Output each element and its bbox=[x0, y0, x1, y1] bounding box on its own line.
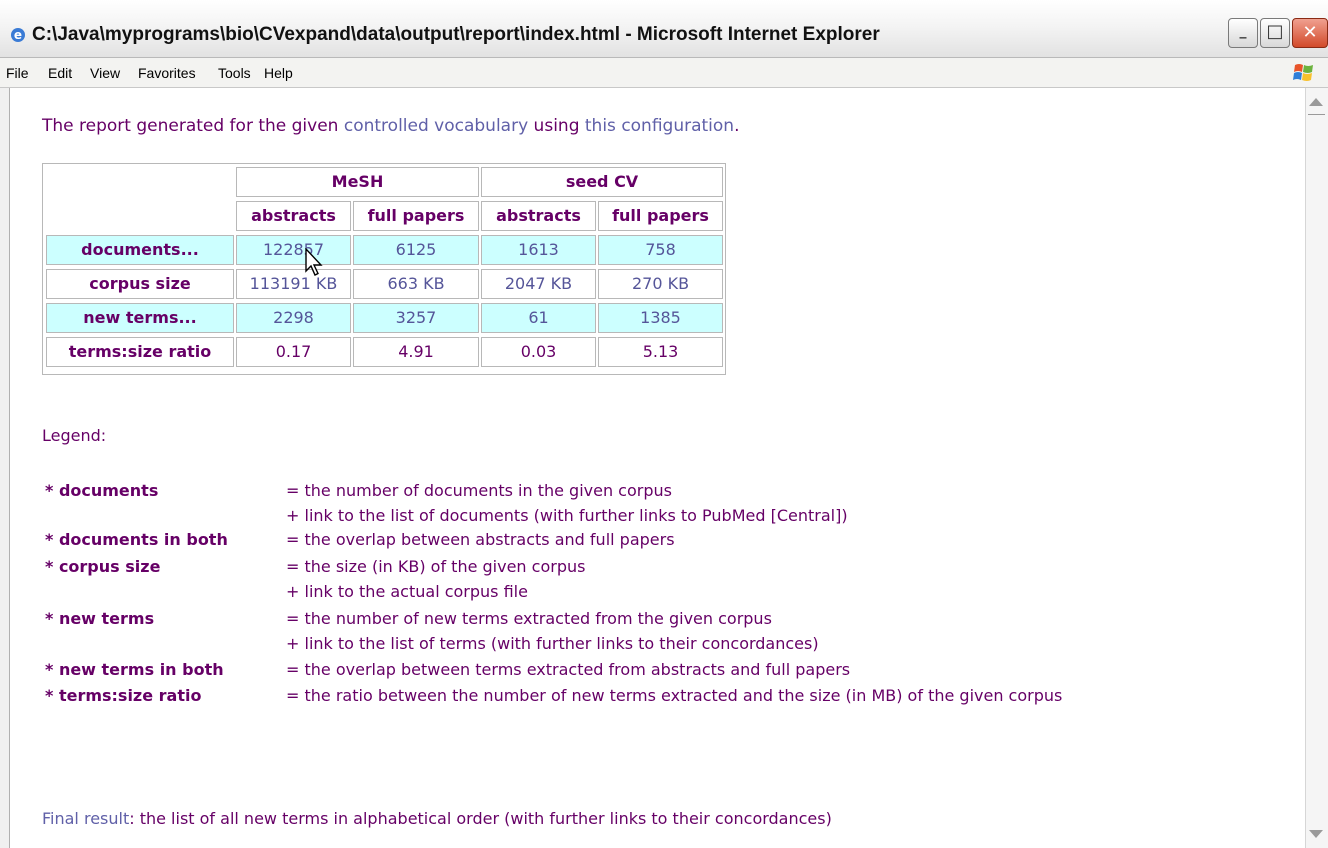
subheader-mesh-full-papers: full papers bbox=[353, 201, 479, 231]
scroll-up-icon[interactable] bbox=[1309, 98, 1323, 106]
row-header-corpus-size: corpus size bbox=[46, 269, 234, 299]
menu-tools[interactable]: Tools bbox=[218, 65, 251, 81]
windows-logo-icon bbox=[1293, 64, 1313, 81]
cell-documents-mesh-abstracts[interactable]: 122857 bbox=[236, 235, 351, 265]
controlled-vocabulary-link[interactable]: controlled vocabulary bbox=[344, 116, 528, 136]
cell-ratio-mesh-full: 4.91 bbox=[353, 337, 479, 367]
menu-favorites[interactable]: Favorites bbox=[138, 65, 196, 81]
cell-terms-mesh-abstracts[interactable]: 2298 bbox=[236, 303, 351, 333]
internet-explorer-icon: e bbox=[11, 28, 25, 42]
final-result: Final result: the list of all new terms … bbox=[42, 809, 832, 828]
subheader-mesh-abstracts: abstracts bbox=[236, 201, 351, 231]
cell-ratio-mesh-abstracts: 0.17 bbox=[236, 337, 351, 367]
page-content: The report generated for the given contr… bbox=[42, 88, 1300, 848]
legend-def: = the ratio between the number of new te… bbox=[286, 686, 1063, 705]
final-result-link[interactable]: Final result bbox=[42, 809, 129, 828]
scroll-track-line bbox=[1308, 114, 1325, 115]
cell-corpus-seed-abstracts[interactable]: 2047 KB bbox=[481, 269, 596, 299]
legend-term: * terms:size ratio bbox=[45, 686, 202, 705]
menu-file[interactable]: File bbox=[6, 65, 29, 81]
subheader-seed-abstracts: abstracts bbox=[481, 201, 596, 231]
legend-term: * new terms bbox=[45, 609, 155, 628]
close-icon: ✕ bbox=[1302, 22, 1318, 43]
svg-text:e: e bbox=[14, 28, 22, 42]
menu-edit[interactable]: Edit bbox=[48, 65, 72, 81]
scroll-down-icon[interactable] bbox=[1309, 830, 1323, 838]
maximize-button[interactable]: □ bbox=[1260, 18, 1290, 48]
cell-corpus-seed-full[interactable]: 270 KB bbox=[598, 269, 723, 299]
legend-title: Legend: bbox=[42, 426, 107, 445]
legend-def: = the overlap between terms extracted fr… bbox=[286, 660, 851, 679]
intro-suffix: . bbox=[734, 116, 740, 136]
cell-documents-mesh-full[interactable]: 6125 bbox=[353, 235, 479, 265]
row-header-new-terms[interactable]: new terms... bbox=[46, 303, 234, 333]
legend-term: * documents in both bbox=[45, 530, 228, 549]
minimize-button[interactable]: _ bbox=[1228, 18, 1258, 48]
maximize-icon: □ bbox=[1266, 21, 1284, 42]
legend-term: * corpus size bbox=[45, 557, 161, 576]
legend-term: * documents bbox=[45, 481, 159, 500]
window-title: C:\Java\myprograms\bio\CVexpand\data\out… bbox=[32, 24, 880, 45]
cell-corpus-mesh-full[interactable]: 663 KB bbox=[353, 269, 479, 299]
close-button[interactable]: ✕ bbox=[1292, 18, 1328, 48]
legend-def: + link to the list of documents (with fu… bbox=[286, 506, 848, 525]
cell-documents-seed-full[interactable]: 758 bbox=[598, 235, 723, 265]
cell-documents-seed-abstracts[interactable]: 1613 bbox=[481, 235, 596, 265]
cell-terms-seed-abstracts[interactable]: 61 bbox=[481, 303, 596, 333]
legend-def: = the number of new terms extracted from… bbox=[286, 609, 772, 628]
window-left-border bbox=[0, 88, 10, 848]
mouse-cursor-icon bbox=[305, 248, 323, 276]
cell-ratio-seed-abstracts: 0.03 bbox=[481, 337, 596, 367]
legend-term: * new terms in both bbox=[45, 660, 224, 679]
vertical-scrollbar[interactable] bbox=[1305, 88, 1328, 848]
menu-help[interactable]: Help bbox=[264, 65, 293, 81]
legend-def: = the size (in KB) of the given corpus bbox=[286, 557, 586, 576]
intro-text: The report generated for the given contr… bbox=[42, 116, 740, 136]
legend-def: = the overlap between abstracts and full… bbox=[286, 530, 675, 549]
final-result-text: : the list of all new terms in alphabeti… bbox=[129, 809, 832, 828]
cell-terms-seed-full[interactable]: 1385 bbox=[598, 303, 723, 333]
minimize-icon: _ bbox=[1239, 23, 1247, 39]
cell-ratio-seed-full: 5.13 bbox=[598, 337, 723, 367]
legend-def: + link to the list of terms (with furthe… bbox=[286, 634, 819, 653]
legend-def: + link to the actual corpus file bbox=[286, 582, 528, 601]
menu-bar: File Edit View Favorites Tools Help bbox=[0, 58, 1328, 88]
intro-prefix: The report generated for the given bbox=[42, 116, 344, 136]
group-header-seed-cv: seed CV bbox=[481, 167, 723, 197]
menu-view[interactable]: View bbox=[90, 65, 120, 81]
legend-def: = the number of documents in the given c… bbox=[286, 481, 672, 500]
intro-middle: using bbox=[528, 116, 585, 136]
row-header-documents[interactable]: documents... bbox=[46, 235, 234, 265]
subheader-seed-full-papers: full papers bbox=[598, 201, 723, 231]
configuration-link[interactable]: this configuration bbox=[585, 116, 734, 136]
report-table: MeSH seed CV abstracts full papers abstr… bbox=[42, 163, 726, 375]
row-header-ratio: terms:size ratio bbox=[46, 337, 234, 367]
window-titlebar: e C:\Java\myprograms\bio\CVexpand\data\o… bbox=[0, 0, 1328, 58]
cell-corpus-mesh-abstracts[interactable]: 113191 KB bbox=[236, 269, 351, 299]
group-header-mesh: MeSH bbox=[236, 167, 479, 197]
cell-terms-mesh-full[interactable]: 3257 bbox=[353, 303, 479, 333]
